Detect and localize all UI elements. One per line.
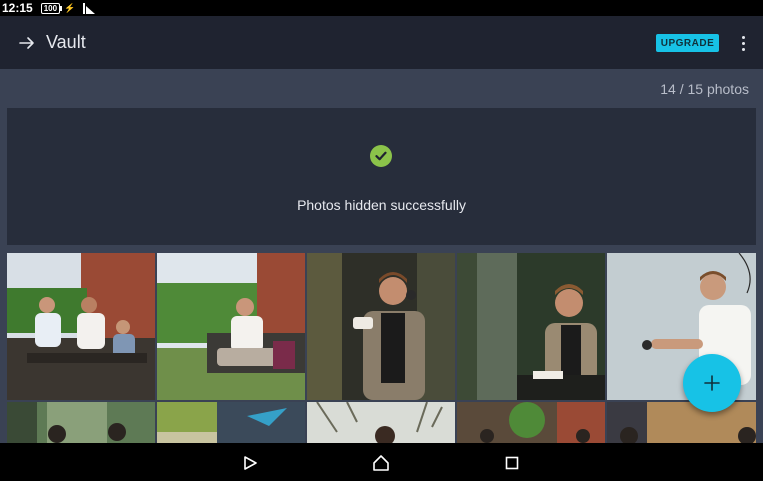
success-message: Photos hidden successfully [297, 197, 466, 213]
upgrade-button[interactable]: UPGRADE [656, 34, 719, 52]
battery-tip [60, 5, 63, 11]
home-icon[interactable] [370, 452, 392, 474]
page-title: Vault [46, 32, 86, 52]
square-recents-icon[interactable] [501, 452, 523, 474]
status-bar: 12:15 100 ⚡ [0, 0, 763, 16]
plus-icon [704, 375, 720, 391]
photo-count: 14 / 15 photos [660, 81, 749, 97]
more-vert-icon[interactable] [733, 32, 753, 54]
add-photo-button[interactable] [683, 354, 741, 412]
charging-icon: ⚡ [64, 2, 76, 13]
photo-thumbnail[interactable] [7, 253, 155, 400]
triangle-back-icon[interactable] [239, 452, 261, 474]
photo-thumbnail[interactable] [607, 402, 756, 443]
photo-thumbnail[interactable] [157, 402, 305, 443]
vault-content: 14 / 15 photos Photos hidden successfull… [0, 69, 763, 443]
photo-thumbnail[interactable] [457, 402, 605, 443]
signal-icon [83, 2, 96, 14]
photo-thumbnail[interactable] [157, 253, 305, 400]
app-bar: Vault UPGRADE [0, 16, 763, 69]
check-circle-icon [370, 145, 392, 167]
photo-thumbnail[interactable] [307, 253, 455, 400]
battery-icon: 100 ⚡ [40, 2, 76, 14]
system-nav-bar [0, 443, 763, 481]
status-time: 12:15 [2, 1, 33, 15]
photo-thumbnail[interactable] [307, 402, 455, 443]
photo-thumbnail[interactable] [7, 402, 155, 443]
battery-level: 100 [40, 2, 61, 14]
photo-thumbnail[interactable] [457, 253, 605, 400]
arrow-right-icon[interactable] [17, 33, 37, 53]
success-banner: Photos hidden successfully [7, 108, 756, 245]
